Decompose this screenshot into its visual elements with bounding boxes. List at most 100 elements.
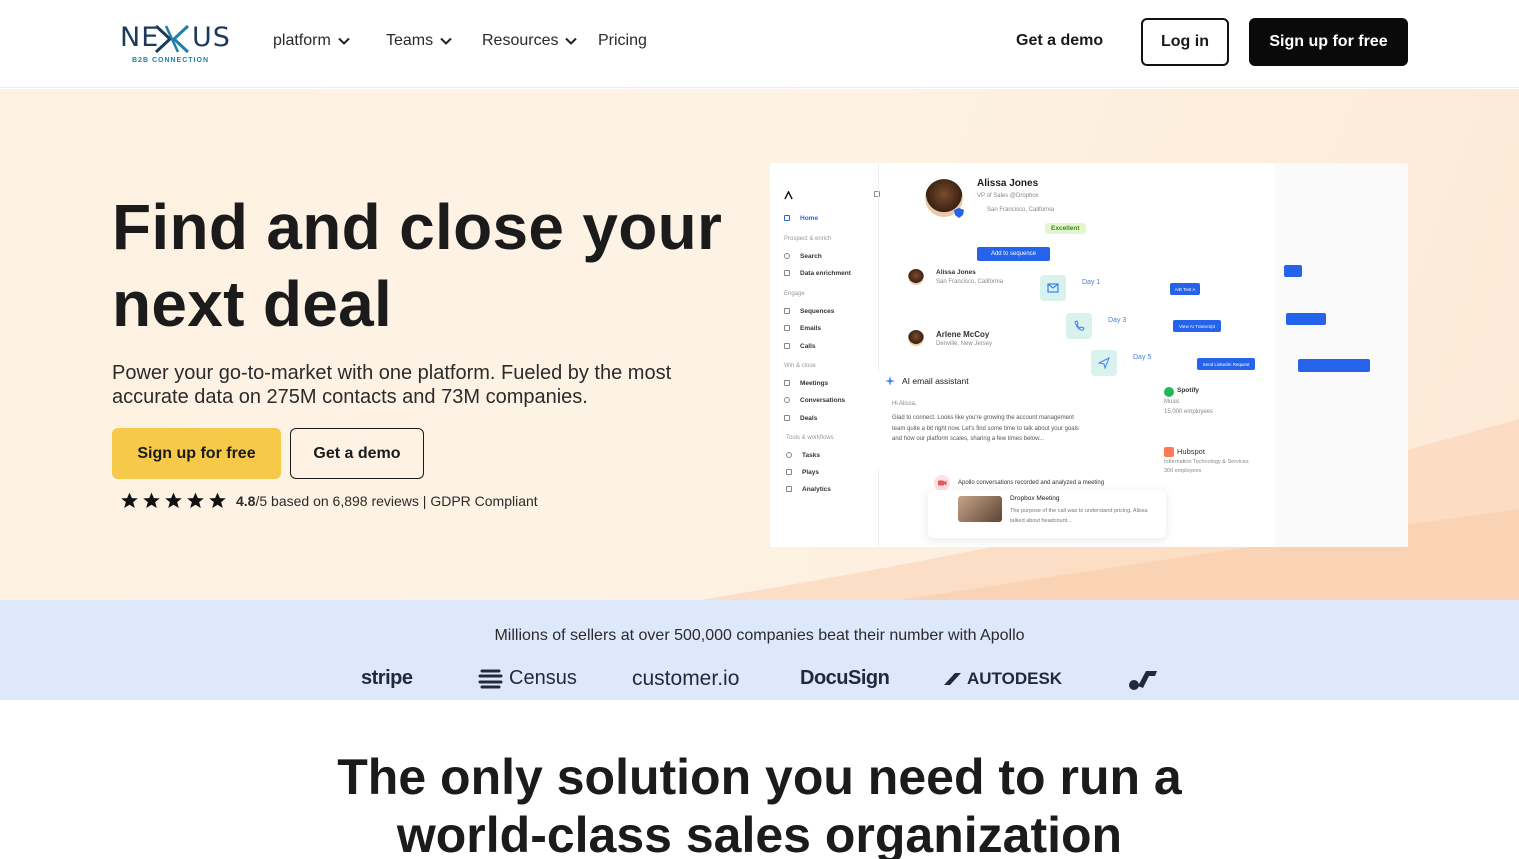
nav-platform[interactable]: platform [273,32,351,50]
sidebar-item-calls[interactable]: Calls [800,343,816,350]
chevron-down-icon [565,37,578,45]
contact-title: VP of Sales @Dropbox [977,193,1039,199]
dollar-icon [784,415,790,421]
logo-customerio-text: customer.io [632,667,740,690]
email-icon [784,325,790,331]
section-title-line1: The only solution you need to run a [337,749,1182,805]
company-name: Hubspot [1177,447,1205,456]
get-demo-link[interactable]: Get a demo [1016,32,1103,50]
spotify-icon [1164,387,1174,397]
company-size: 15,000 employees [1164,409,1214,415]
sidebar-item-meetings[interactable]: Meetings [800,380,828,387]
ab-test-tag[interactable]: A/B Test A [1170,283,1200,295]
sidebar-item-data-enrichment[interactable]: Data enrichment [800,270,851,277]
ai-email-title: AI email assistant [902,376,969,386]
conversation-icon [784,397,790,403]
section-title: The only solution you need to run a worl… [0,748,1519,859]
nav-teams[interactable]: Teams [386,32,453,50]
collapse-icon [874,191,880,197]
send-linkedin-request-tag[interactable]: Send LinkedIn Request [1197,358,1255,370]
nav-resources[interactable]: Resources [482,32,578,50]
logo-docusign-text: DocuSign [800,667,890,689]
autodesk-mark-icon [944,673,961,685]
analytics-icon [786,486,792,492]
chevron-down-icon [338,37,350,45]
action-tag [1286,313,1326,325]
hero-section: Find and close your next deal Power your… [0,89,1519,600]
signup-button[interactable]: Sign up for free [1249,18,1408,66]
sidebar-item-analytics[interactable]: Analytics [802,486,831,493]
sidebar-item-search[interactable]: Search [800,253,822,260]
company-list: Spotify Music 15,000 employees Hubspot I… [1164,387,1274,547]
add-to-sequence-button[interactable]: Add to sequence [977,247,1050,261]
list-item-name[interactable]: Arlene McCoy [936,330,989,339]
logo-census-text: Census [509,667,577,689]
send-icon [1098,357,1110,369]
list-item-name[interactable]: Alissa Jones [936,269,976,276]
logo-customerio: customer.io [632,667,739,691]
hero-get-demo-button[interactable]: Get a demo [290,428,424,479]
phone-icon [784,343,790,349]
sequences-icon [784,308,790,314]
sidebar-item-plays[interactable]: Plays [802,469,819,476]
logo-text-us: US [192,22,231,53]
hero-signup-button[interactable]: Sign up for free [112,428,281,479]
mail-icon [1047,283,1059,293]
jazz-logo-icon [1129,671,1157,690]
status-badge: Excellent [1045,223,1086,234]
sidebar-item-conversations[interactable]: Conversations [800,397,845,404]
day-label: Day 3 [1108,317,1127,324]
hero-subtitle: Power your go-to-market with one platfor… [112,362,672,408]
login-button[interactable]: Log in [1141,18,1229,66]
view-transcript-tag[interactable]: View AI Transcript [1173,320,1221,332]
logo-autodesk-text: AUTODESK [967,669,1063,688]
star-icon [209,492,226,509]
contact-location: San Francisco, California [987,207,1055,213]
meeting-detail: The purpose of the call was to understan… [1010,508,1148,524]
sidebar-item-tasks[interactable]: Tasks [802,452,820,459]
action-tag [1284,265,1302,277]
top-navigation: NE US B2B CONNECTION platform Teams Reso… [0,0,1519,88]
sidebar-home[interactable]: Home [800,215,818,222]
record-icon [934,475,950,491]
sparkle-icon [885,376,895,386]
calendar-icon [784,380,790,386]
company-name: Spotify [1177,387,1200,394]
nav-pricing-label: Pricing [598,32,647,49]
star-icon [121,492,138,509]
search-icon [784,253,790,259]
list-item-location: San Francisco, California [936,279,1004,285]
meeting-title: Dropbox Meeting [1010,495,1060,502]
logo-autodesk: AUTODESK [943,669,1062,689]
sidebar-item-emails[interactable]: Emails [800,325,821,332]
logo-census: Census [478,667,577,690]
sidebar-item-deals[interactable]: Deals [800,415,817,422]
phone-icon [1074,320,1085,331]
ai-email-greeting: Hi Alissa, [892,401,917,407]
logo-jazz [1126,668,1158,692]
sidebar-group-title: Engage [784,291,805,297]
ai-email-card[interactable]: AI email assistant Hi Alissa, Glad to co… [878,368,1079,473]
brand-logo[interactable]: NE US B2B CONNECTION [120,20,235,68]
census-mark-icon [478,669,503,688]
product-screenshot: Home Prospect & enrich Search Data enric… [770,163,1408,547]
sidebar-group-title: Tools & workflows [786,435,834,441]
conversation-note: Apollo conversations recorded and analyz… [958,480,1105,486]
star-icon [165,492,182,509]
sidebar-item-sequences[interactable]: Sequences [800,308,834,315]
tasks-icon [786,452,792,458]
hubspot-icon [1164,447,1174,457]
logo-docusign: DocuSign [800,667,890,690]
rating-score: 4.8 [236,492,256,509]
logo-tagline: B2B CONNECTION [132,57,210,64]
nav-teams-label: Teams [386,32,434,49]
nav-pricing[interactable]: Pricing [598,32,647,50]
shield-icon [954,208,964,218]
company-industry: Music [1164,399,1180,405]
contact-card[interactable]: Alissa Jones VP of Sales @Dropbox San Fr… [895,169,1086,257]
home-icon [784,215,790,221]
section-title-line2: world-class sales organization [396,807,1123,859]
meeting-card[interactable]: Dropbox Meeting The purpose of the call … [928,490,1166,538]
logo-stripe-text: stripe [361,667,413,689]
background-panel [1275,163,1408,547]
